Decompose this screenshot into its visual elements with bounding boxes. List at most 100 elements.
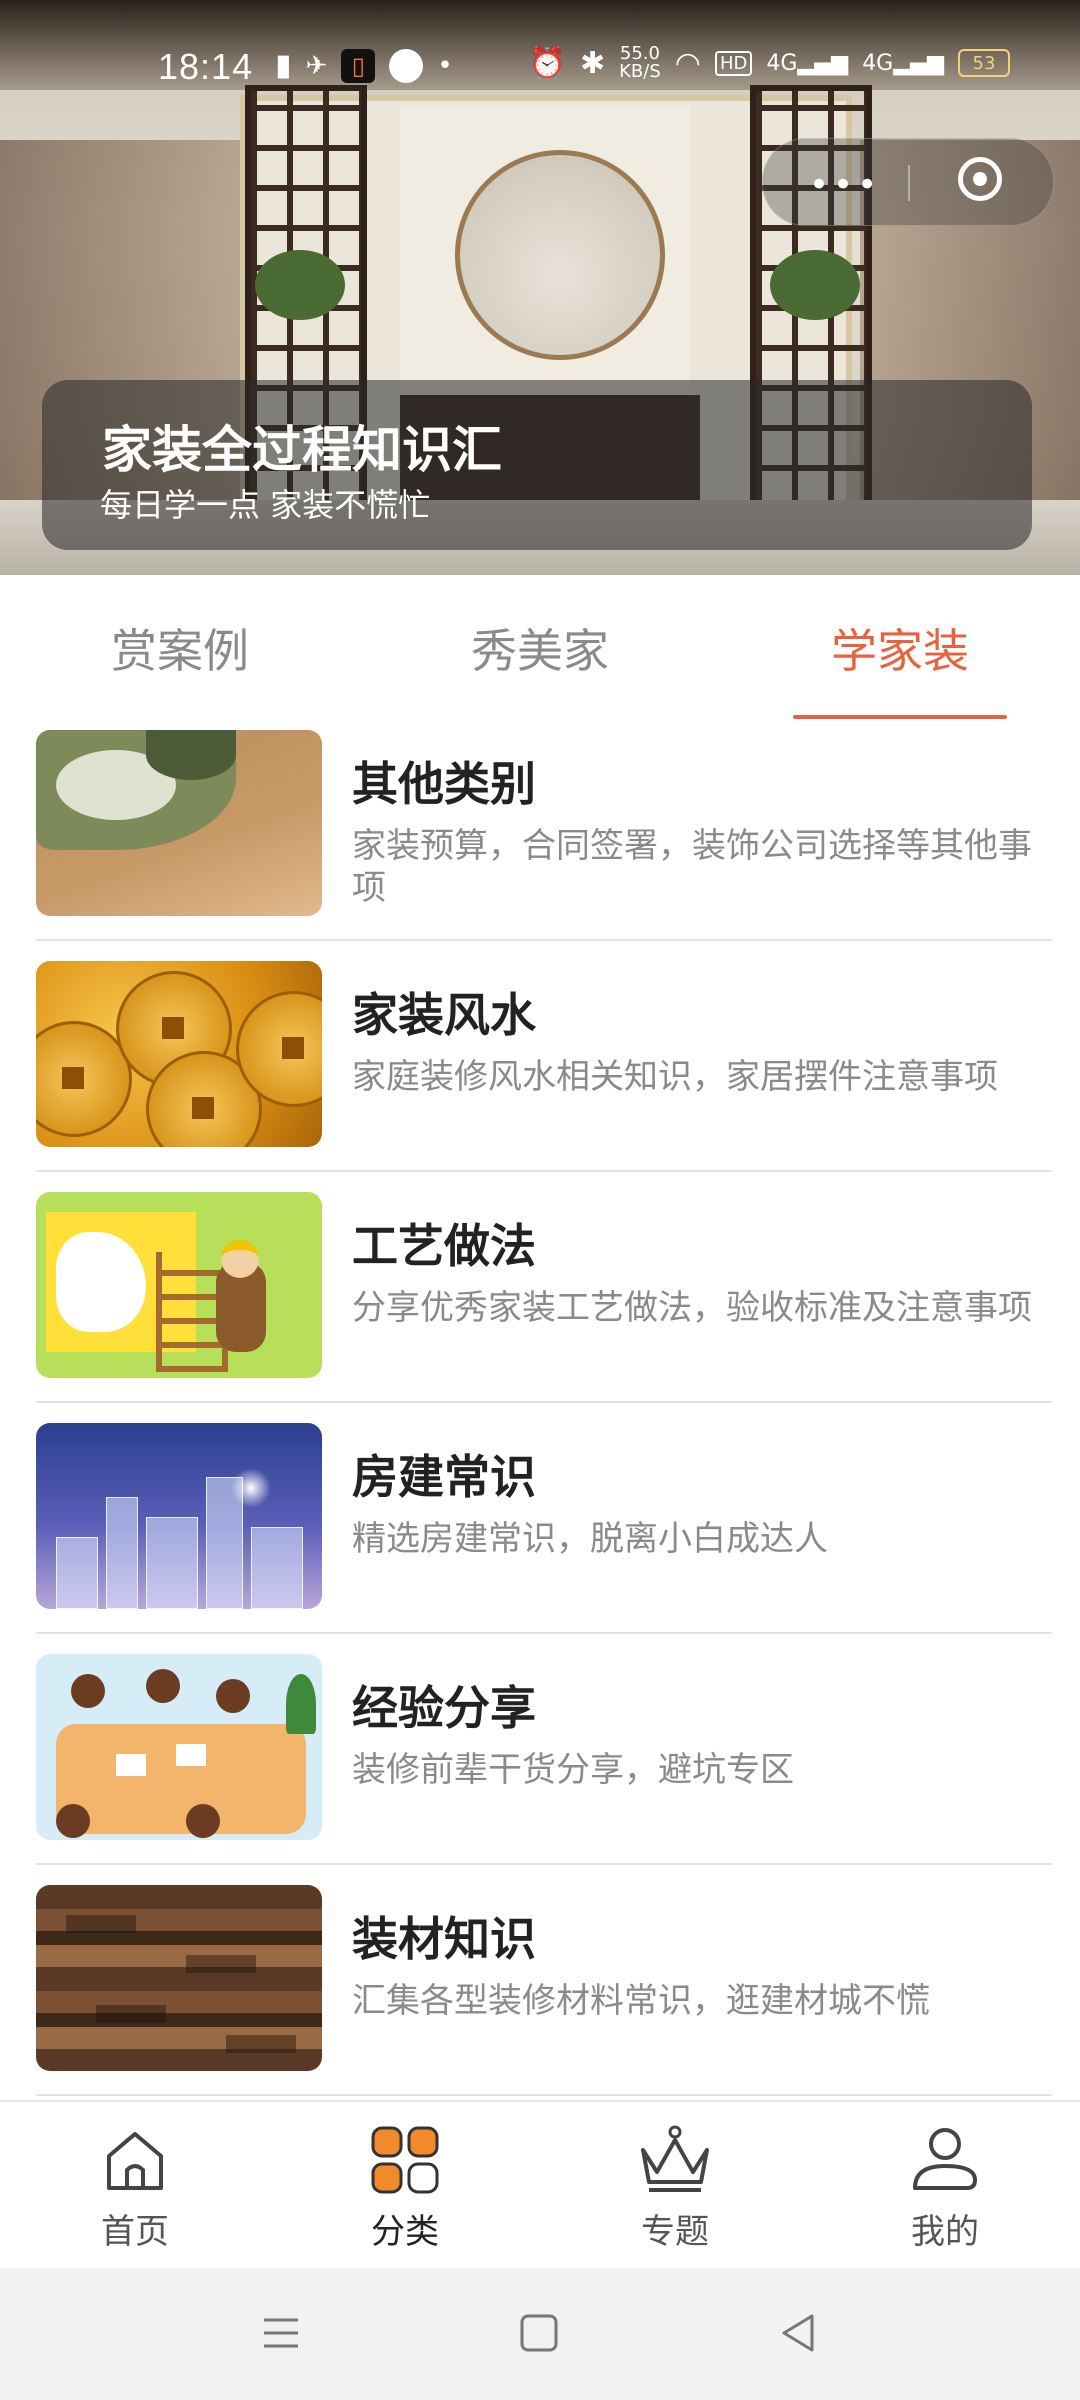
menu-icon[interactable]	[258, 2310, 304, 2356]
status-right-icons: ⏰ ✱ 55.0 KB/S ◠ HD 4G▂▄▆ 4G▂▄▆ 53	[529, 45, 1010, 81]
thumbnail-shape	[186, 1955, 256, 1973]
category-desc: 装修前辈干货分享，避坑专区	[352, 1750, 794, 1790]
category-name: 经验分享	[352, 1681, 536, 1735]
thumbnail-shape	[176, 1744, 206, 1766]
divider	[36, 1632, 1052, 1634]
list-item[interactable]: 家装风水 家庭装修风水相关知识，家居摆件注意事项	[36, 951, 1052, 1183]
divider	[36, 939, 1052, 941]
tab-homes[interactable]: 秀美家	[430, 615, 650, 681]
category-name: 装材知识	[352, 1912, 536, 1966]
thumbnail-shape	[71, 1674, 105, 1708]
nav-profile-label: 我的	[911, 2212, 979, 2252]
thumbnail-shape	[226, 2035, 296, 2053]
category-name: 家装风水	[352, 988, 536, 1042]
nav-category[interactable]: 分类	[335, 2122, 475, 2253]
home-square-icon[interactable]	[516, 2310, 562, 2356]
divider	[36, 1170, 1052, 1172]
list-item[interactable]: 其他类别 家装预算，合同签署，装饰公司选择等其他事项	[36, 720, 1052, 952]
divider	[36, 1401, 1052, 1403]
category-desc: 精选房建常识，脱离小白成达人	[352, 1519, 828, 1559]
tab-learn[interactable]: 学家装	[790, 615, 1010, 681]
hero-subtitle: 每日学一点 家装不慌忙	[100, 486, 431, 524]
thumbnail-shape	[96, 2005, 166, 2023]
hero-caption: 家装全过程知识汇 每日学一点 家装不慌忙	[42, 380, 1032, 550]
thumbnail-shape	[251, 1527, 303, 1609]
thumbnail-shape	[146, 730, 236, 780]
alarm-icon: ⏰	[528, 45, 566, 81]
category-name: 其他类别	[352, 757, 536, 811]
capsule-divider	[908, 165, 910, 201]
thumbnail-shape	[56, 1537, 98, 1609]
category-thumbnail	[36, 730, 322, 916]
home-icon	[107, 2132, 163, 2190]
category-thumbnail	[36, 1423, 322, 1609]
status-left-icons: ▮ ✈ ▯ •	[275, 48, 453, 83]
4g-signal-icon: 4G▂▄▆	[766, 50, 849, 76]
tab-bar: 赏案例 秀美家 学家装	[0, 575, 1080, 719]
category-icon	[371, 2126, 439, 2194]
hero-title: 家装全过程知识汇	[102, 421, 502, 479]
divider	[36, 1863, 1052, 1865]
category-thumbnail	[36, 1654, 322, 1840]
nav-home[interactable]: 首页	[65, 2122, 205, 2253]
hero-banner[interactable]: 18:14 ▮ ✈ ▯ • ⏰ ✱ 55.0 KB/S ◠ HD 4G▂▄▆ 4…	[0, 0, 1080, 575]
thumbnail-shape	[146, 1517, 198, 1609]
more-options-icon[interactable]: •••	[809, 165, 881, 205]
list-item[interactable]: 装材知识 汇集各型装修材料常识，逛建材城不慌	[36, 1875, 1052, 2107]
network-speed: 55.0 KB/S	[619, 43, 661, 82]
category-desc: 分享优秀家装工艺做法，验收标准及注意事项	[352, 1288, 1032, 1328]
thumbnail-shape	[116, 1754, 146, 1776]
back-icon[interactable]	[776, 2310, 822, 2356]
hero-image-plant-right	[770, 250, 860, 320]
close-target-icon[interactable]	[958, 157, 1002, 201]
category-thumbnail	[36, 1192, 322, 1378]
thumbnail-shape	[186, 1804, 220, 1838]
category-desc: 家装预算，合同签署，装饰公司选择等其他事项	[352, 826, 1032, 908]
location-icon	[389, 48, 424, 83]
thumbnail-shape	[56, 1804, 90, 1838]
category-name: 工艺做法	[352, 1219, 536, 1273]
nav-category-label: 分类	[371, 2212, 439, 2252]
wifi-icon: ◠	[674, 45, 701, 81]
bottom-nav: 首页 分类 专题 我的	[0, 2100, 1080, 2270]
bluetooth-icon: ✱	[579, 45, 606, 81]
tab-cases[interactable]: 赏案例	[70, 615, 290, 681]
notification-icon: ✈	[305, 50, 328, 81]
list-item[interactable]: 房建常识 精选房建常识，脱离小白成达人	[36, 1413, 1052, 1645]
crown-icon	[641, 2125, 709, 2192]
hd-badge-icon: HD	[714, 50, 753, 76]
thumbnail-shape	[221, 1240, 259, 1278]
category-desc: 汇集各型装修材料常识，逛建材城不慌	[352, 1981, 930, 2021]
category-name: 房建常识	[352, 1450, 536, 1504]
system-nav-bar	[0, 2268, 1080, 2400]
category-thumbnail	[36, 961, 322, 1147]
thumbnail-shape	[56, 1724, 306, 1834]
nav-profile[interactable]: 我的	[875, 2122, 1015, 2253]
divider	[36, 2094, 1052, 2096]
app-icon: ▯	[341, 48, 376, 83]
miniprogram-capsule[interactable]: •••	[762, 138, 1054, 226]
profile-icon	[913, 2128, 977, 2190]
thumbnail-shape	[66, 1915, 136, 1933]
hero-image-plant-left	[255, 250, 345, 320]
thumbnail-shape	[216, 1679, 250, 1713]
nav-home-label: 首页	[101, 2212, 169, 2252]
thumbnail-shape	[106, 1497, 138, 1609]
hd-icon: ▮	[275, 48, 292, 83]
thumbnail-shape	[286, 1674, 316, 1734]
4g-signal-icon-2: 4G▂▄▆	[862, 50, 944, 76]
thumbnail-shape	[146, 1669, 180, 1703]
list-item[interactable]: 经验分享 装修前辈干货分享，避坑专区	[36, 1644, 1052, 1876]
battery-icon: 53	[958, 49, 1010, 77]
hero-image-round-painting	[455, 150, 665, 360]
status-bar: 18:14 ▮ ✈ ▯ • ⏰ ✱ 55.0 KB/S ◠ HD 4G▂▄▆ 4…	[0, 40, 1080, 100]
nav-topic[interactable]: 专题	[605, 2122, 745, 2253]
category-desc: 家庭装修风水相关知识，家居摆件注意事项	[352, 1057, 998, 1097]
nav-topic-label: 专题	[641, 2212, 709, 2252]
active-tab-indicator	[793, 715, 1007, 719]
dot-icon: •	[437, 50, 453, 81]
thumbnail-shape	[231, 1468, 271, 1508]
status-time: 18:14	[158, 46, 254, 87]
category-thumbnail	[36, 1885, 322, 2071]
list-item[interactable]: 工艺做法 分享优秀家装工艺做法，验收标准及注意事项	[36, 1182, 1052, 1414]
